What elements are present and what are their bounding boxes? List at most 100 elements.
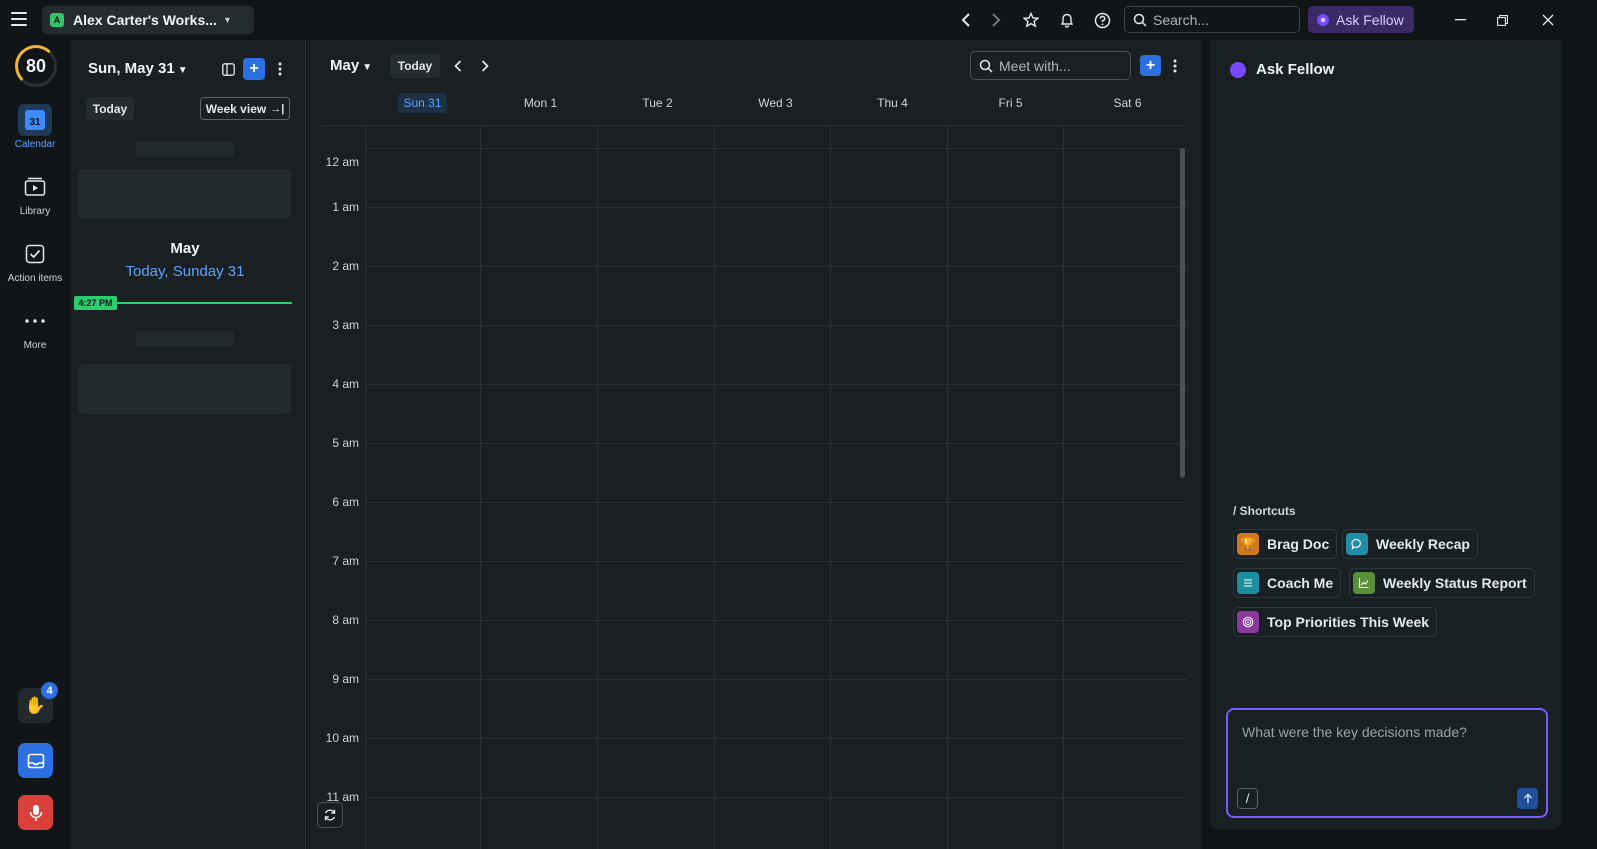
shortcut-weekly-status-report[interactable]: Weekly Status Report	[1349, 568, 1535, 598]
time-grid[interactable]: 12 am 1 am 2 am 3 am 4 am 5 am 6 am 7 am…	[322, 125, 1187, 849]
star-icon[interactable]	[1019, 8, 1043, 32]
chat-bubble-icon	[1346, 533, 1368, 555]
menu-icon[interactable]	[11, 12, 27, 26]
meeting-score-ring[interactable]: 80	[15, 45, 57, 87]
grid-hour-line	[365, 325, 1187, 326]
new-event-button[interactable]: +	[1140, 55, 1161, 76]
inbox-button[interactable]	[18, 743, 53, 778]
calendar-more-icon[interactable]	[1167, 55, 1183, 76]
shortcut-top-priorities[interactable]: Top Priorities This Week	[1233, 607, 1438, 637]
wave-count-badge: 4	[41, 682, 58, 699]
grid-hour-line	[365, 561, 1187, 562]
grid-hour-line	[365, 266, 1187, 267]
shortcut-coach-me[interactable]: Coach Me	[1233, 568, 1342, 598]
global-search-input[interactable]: Search...	[1124, 6, 1300, 33]
day-header-wed[interactable]: Wed 3	[717, 96, 834, 110]
week-view-label: Week view	[205, 101, 267, 116]
grid-hour-line	[365, 502, 1187, 503]
day-header-label: Sun 31	[398, 93, 447, 113]
sidebar-toggle-icon[interactable]	[217, 58, 239, 80]
arrow-up-icon	[1523, 793, 1532, 803]
rail-item-action-items[interactable]: Action items	[0, 238, 70, 284]
left-rail: 80 31 Calendar Library Action items More	[0, 40, 70, 849]
workspace-switcher[interactable]: A Alex Carter's Works... ▾	[42, 6, 254, 34]
ask-fellow-panel: Ask Fellow / Shortcuts 🏆 Brag Doc Weekly…	[1210, 40, 1562, 829]
hour-label: 10 am	[325, 731, 359, 745]
previous-week-icon[interactable]	[448, 54, 468, 78]
forward-arrow-icon[interactable]	[984, 8, 1008, 32]
close-icon[interactable]	[1534, 8, 1562, 32]
meet-with-input[interactable]: Meet with...	[970, 51, 1131, 80]
fellow-logo-icon	[1317, 13, 1329, 26]
hour-label: 8 am	[332, 613, 359, 627]
ask-fellow-title: Ask Fellow	[1256, 61, 1335, 78]
ask-fellow-input[interactable]: What were the key decisions made? /	[1226, 708, 1548, 818]
hour-label: 9 am	[332, 672, 359, 686]
slash-command-button[interactable]: /	[1237, 788, 1258, 809]
grid-column-line	[480, 126, 481, 849]
rail-item-more[interactable]: More	[0, 305, 70, 351]
day-header-mon[interactable]: Mon 1	[482, 96, 599, 110]
shortcut-brag-doc[interactable]: 🏆 Brag Doc	[1233, 529, 1338, 559]
calendar-scrollbar[interactable]	[1180, 148, 1185, 478]
agenda-more-icon[interactable]	[269, 58, 291, 80]
shortcut-weekly-recap[interactable]: Weekly Recap	[1342, 529, 1478, 559]
target-icon	[1237, 611, 1259, 633]
grid-column-line	[365, 126, 366, 849]
agenda-today-button[interactable]: Today	[86, 97, 134, 120]
day-header-tue[interactable]: Tue 2	[599, 96, 716, 110]
grid-column-line	[947, 126, 948, 849]
calendar-month-label: May	[330, 57, 360, 74]
agenda-month-heading: May	[170, 240, 200, 257]
back-arrow-icon[interactable]	[954, 8, 978, 32]
shortcut-label: Top Priorities This Week	[1267, 614, 1430, 630]
search-placeholder: Search...	[1153, 11, 1210, 28]
calendar-month-picker[interactable]: May ▼	[330, 57, 372, 74]
rail-label-library: Library	[19, 206, 51, 217]
restore-icon[interactable]	[1488, 8, 1516, 32]
hour-label: 3 am	[332, 318, 359, 332]
bell-icon[interactable]	[1055, 8, 1079, 32]
record-button[interactable]	[18, 795, 53, 830]
grid-hour-line	[365, 384, 1187, 385]
ask-fellow-button[interactable]: Ask Fellow	[1308, 6, 1414, 33]
calendar-icon: 31	[18, 104, 52, 136]
minimize-icon[interactable]	[1446, 8, 1474, 32]
rail-item-calendar[interactable]: 31 Calendar	[0, 104, 70, 150]
coach-icon	[1237, 572, 1259, 594]
line-chart-icon	[1353, 572, 1375, 594]
title-bar: A Alex Carter's Works... ▾ Search... Ask…	[0, 0, 1597, 40]
hour-label: 6 am	[332, 495, 359, 509]
grid-column-line	[1063, 126, 1064, 849]
fellow-logo-icon	[1230, 61, 1246, 78]
day-header-fri[interactable]: Fri 5	[952, 96, 1069, 110]
workspace-name: Alex Carter's Works...	[73, 12, 217, 28]
add-meeting-button[interactable]: +	[243, 58, 265, 80]
calendar-today-button[interactable]: Today	[390, 54, 440, 78]
caret-down-icon: ▼	[362, 62, 373, 73]
rail-label-action-items: Action items	[7, 273, 63, 284]
help-icon[interactable]	[1090, 8, 1114, 32]
day-header-sun[interactable]: Sun 31	[364, 93, 481, 113]
search-icon	[979, 59, 993, 73]
wave-button[interactable]: ✋ 4	[18, 682, 58, 723]
grid-column-line	[830, 126, 831, 849]
week-view-button[interactable]: Week view →|	[200, 97, 290, 120]
library-icon	[18, 171, 52, 203]
current-time-badge: 4:27 PM	[74, 296, 117, 310]
loading-placeholder	[136, 331, 234, 347]
agenda-date-picker[interactable]: Sun, May 31 ▼	[88, 60, 188, 77]
send-button[interactable]	[1517, 788, 1538, 809]
ask-fellow-label: Ask Fellow	[1336, 11, 1404, 28]
workspace-avatar: A	[50, 13, 64, 27]
waving-hand-icon: ✋	[24, 695, 47, 715]
day-header-thu[interactable]: Thu 4	[834, 96, 951, 110]
day-header-sat[interactable]: Sat 6	[1069, 96, 1186, 110]
refresh-button[interactable]	[317, 802, 343, 828]
next-week-icon[interactable]	[475, 54, 495, 78]
day-header-label: Fri 5	[998, 96, 1023, 110]
grid-hour-line	[365, 797, 1187, 798]
rail-item-library[interactable]: Library	[0, 171, 70, 217]
rail-label-more: More	[23, 340, 47, 351]
shortcut-label: Brag Doc	[1267, 536, 1330, 552]
